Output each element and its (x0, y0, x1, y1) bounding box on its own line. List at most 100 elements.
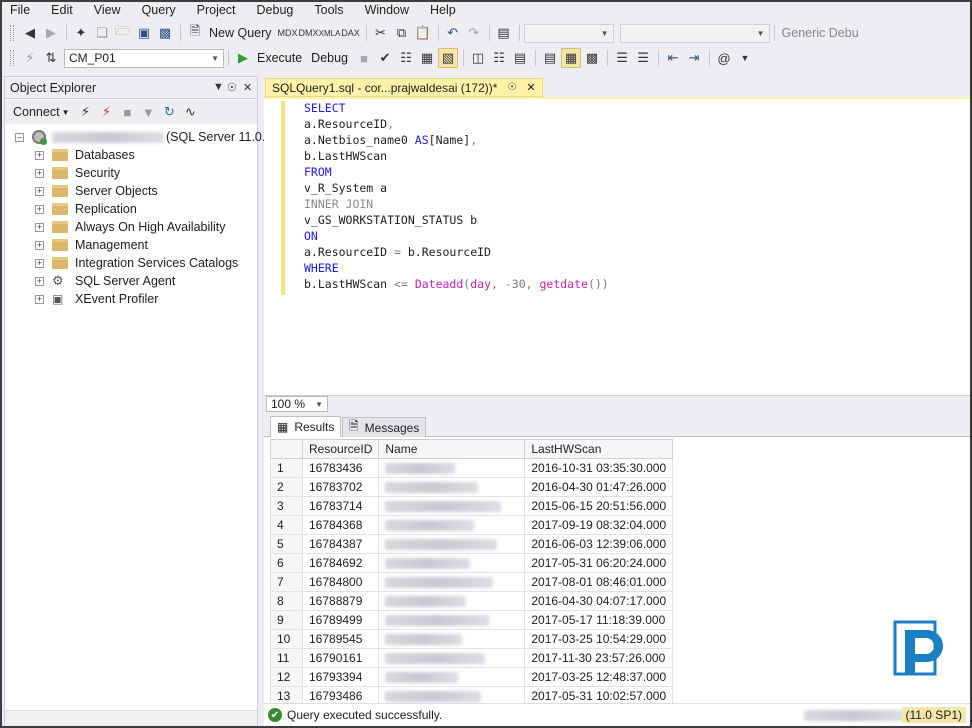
code-line[interactable]: a.ResourceID, (304, 116, 394, 132)
comment-icon[interactable]: ☰ (612, 48, 632, 68)
row-number[interactable]: 1 (270, 458, 303, 478)
intellisense-icon[interactable]: ▧ (438, 48, 459, 68)
cell-name-redacted[interactable] (378, 629, 526, 649)
row-number[interactable]: 10 (270, 629, 303, 649)
table-row[interactable]: 10 16789545 2017-03-25 10:54:29.000 (270, 629, 674, 649)
zoom-dropdown[interactable]: 100 % ▼ (266, 396, 328, 412)
cell-resourceid[interactable]: 16790161 (301, 648, 380, 668)
expand-icon[interactable]: + (35, 204, 44, 214)
pin-icon[interactable]: ☉ (507, 82, 516, 93)
expand-icon[interactable]: + (35, 150, 44, 160)
uncomment-icon[interactable]: ☰ (633, 48, 653, 68)
tab-sqlquery1[interactable]: SQLQuery1.sql - cor...prajwaldesai (172)… (265, 78, 543, 97)
parse-icon[interactable]: ✔ (375, 48, 395, 68)
activity-icon[interactable]: ∿ (180, 102, 200, 122)
pin-icon[interactable]: ☉ (227, 81, 237, 94)
table-row[interactable]: 5 16784387 2016-06-03 12:39:06.000 (270, 534, 674, 554)
tree-node-management[interactable]: + Management (35, 236, 148, 254)
cell-lasthwscan[interactable]: 2017-05-17 11:18:39.000 (524, 610, 674, 630)
query-editor[interactable]: SELECT a.ResourceID, a.Netbios_name0 AS[Na… (264, 97, 970, 395)
paste-icon[interactable]: 📋 (413, 23, 433, 43)
cell-name-redacted[interactable] (378, 591, 526, 611)
cell-resourceid[interactable]: 16784692 (301, 553, 380, 573)
specify-template-values-icon[interactable]: @ (714, 48, 734, 68)
tree-node-xevent-profiler[interactable]: + ▣ XEvent Profiler (35, 290, 158, 308)
code-line[interactable]: b.LastHWScan <= Dateadd(day, -30, getdat… (304, 276, 609, 292)
save-icon[interactable]: ▣ (134, 23, 154, 43)
cell-name-redacted[interactable] (378, 515, 526, 535)
expand-icon[interactable]: + (35, 168, 44, 178)
cell-resourceid[interactable]: 16784800 (301, 572, 380, 592)
change-connection-icon[interactable]: ⇅ (41, 48, 61, 68)
row-number[interactable]: 4 (270, 515, 303, 535)
cell-name-redacted[interactable] (378, 610, 526, 630)
cell-resourceid[interactable]: 16784387 (301, 534, 380, 554)
cell-name-redacted[interactable] (378, 667, 526, 687)
table-row[interactable]: 3 16783714 2015-06-15 20:51:56.000 (270, 496, 674, 516)
tree-node-server-objects[interactable]: + Server Objects (35, 182, 158, 200)
expand-icon[interactable]: + (35, 258, 44, 268)
new-query-icon[interactable]: 🗎 (185, 23, 205, 43)
code-line[interactable]: SELECT (304, 100, 346, 116)
connect-button[interactable]: Connect (13, 105, 60, 119)
activity-monitor-icon[interactable]: ▤ (494, 23, 514, 43)
toolbar-options-icon[interactable]: ▼ (735, 48, 755, 68)
menu-window[interactable]: Window (365, 3, 409, 17)
cell-resourceid[interactable]: 16793394 (301, 667, 380, 687)
cell-lasthwscan[interactable]: 2016-04-30 04:07:17.000 (524, 591, 674, 611)
results-to-grid-icon[interactable]: ▦ (561, 48, 582, 68)
tree-node-sql-server-agent[interactable]: + ⚙ SQL Server Agent (35, 272, 175, 290)
display-plan-icon[interactable]: ☷ (396, 48, 416, 68)
client-stats-icon[interactable]: ▤ (510, 48, 530, 68)
code-line[interactable]: v_R_System a (304, 180, 387, 196)
undo-icon[interactable]: ↶ (443, 23, 463, 43)
open-folder-icon[interactable]: 🗁 (113, 23, 133, 43)
cell-lasthwscan[interactable]: 2017-03-25 12:48:37.000 (524, 667, 674, 687)
expand-icon[interactable]: + (35, 276, 44, 286)
add-item-icon[interactable]: ❏ (92, 23, 112, 43)
solution-config-dropdown[interactable]: ▼ (523, 23, 614, 43)
column-header-resourceid[interactable]: ResourceID (301, 439, 380, 459)
tab-messages[interactable]: 🗎 Messages (342, 417, 427, 437)
row-number[interactable]: 3 (270, 496, 303, 516)
menu-help[interactable]: Help (430, 3, 456, 17)
column-header-name[interactable]: Name (378, 439, 526, 459)
find-dropdown[interactable]: ▼ (619, 23, 770, 43)
table-row[interactable]: 4 16784368 2017-09-19 08:32:04.000 (270, 515, 674, 535)
query-designer-icon[interactable]: ▦ (417, 48, 437, 68)
close-icon[interactable]: ✕ (243, 81, 252, 94)
redo-icon[interactable]: ↷ (464, 23, 484, 43)
collapse-icon[interactable]: – (15, 132, 24, 142)
cell-name-redacted[interactable] (378, 458, 526, 478)
horizontal-scrollbar[interactable] (5, 710, 257, 727)
table-row[interactable]: 1 16783436 2016-10-31 03:35:30.000 (270, 458, 674, 478)
row-number[interactable]: 5 (270, 534, 303, 554)
include-plan-icon[interactable]: ◫ (468, 48, 488, 68)
save-all-icon[interactable]: ▩ (155, 23, 175, 43)
cell-lasthwscan[interactable]: 2017-03-25 10:54:29.000 (524, 629, 674, 649)
code-line[interactable]: b.LastHWScan (304, 148, 387, 164)
tree-node-always-on-high-availability[interactable]: + Always On High Availability (35, 218, 226, 236)
close-icon[interactable]: ✕ (526, 81, 535, 94)
column-header-lasthwscan[interactable]: LastHWScan (524, 439, 674, 459)
cell-resourceid[interactable]: 16783714 (301, 496, 380, 516)
cell-name-redacted[interactable] (378, 648, 526, 668)
row-number[interactable]: 12 (270, 667, 303, 687)
cell-lasthwscan[interactable]: 2017-08-01 08:46:01.000 (524, 572, 674, 592)
debug-button[interactable]: Debug (311, 51, 348, 65)
table-row[interactable]: 6 16784692 2017-05-31 06:20:24.000 (270, 553, 674, 573)
refresh-icon[interactable]: ↻ (159, 102, 179, 122)
row-number-header[interactable] (270, 439, 303, 459)
menu-edit[interactable]: Edit (51, 3, 73, 17)
row-number[interactable]: 9 (270, 610, 303, 630)
decrease-indent-icon[interactable]: ⇤ (663, 48, 683, 68)
cell-lasthwscan[interactable]: 2015-06-15 20:51:56.000 (524, 496, 674, 516)
disconnect-icon[interactable]: ⚡ (96, 102, 116, 122)
live-stats-icon[interactable]: ☷ (489, 48, 509, 68)
cell-resourceid[interactable]: 16788879 (301, 591, 380, 611)
cell-name-redacted[interactable] (378, 553, 526, 573)
stop-icon[interactable]: ■ (354, 48, 374, 68)
code-line[interactable]: v_GS_WORKSTATION_STATUS b (304, 212, 477, 228)
cell-resourceid[interactable]: 16784368 (301, 515, 380, 535)
cell-name-redacted[interactable] (378, 477, 526, 497)
